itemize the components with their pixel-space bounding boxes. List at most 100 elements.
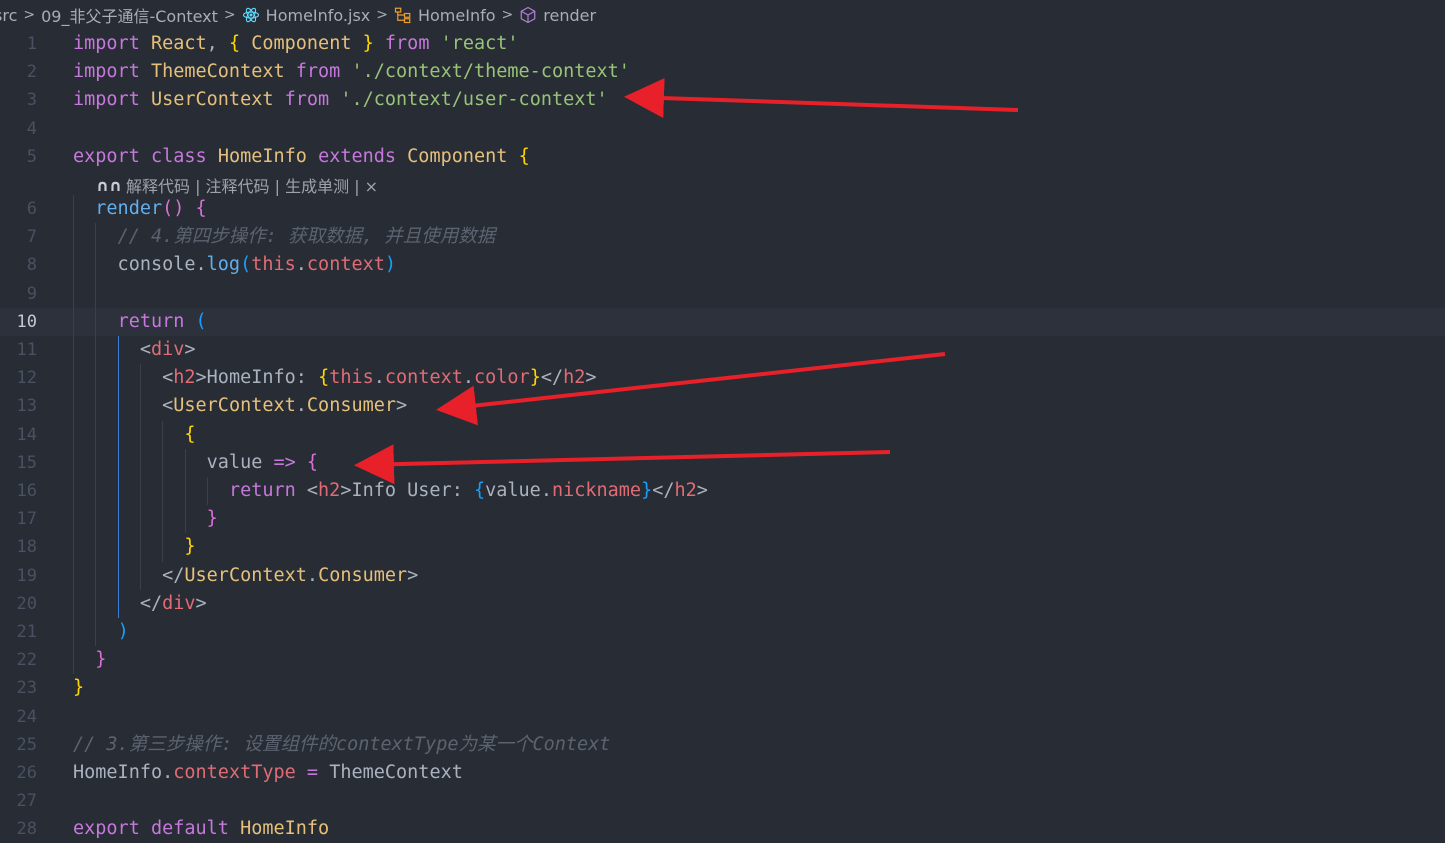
code-line[interactable]: 3 import UserContext from './context/user… bbox=[0, 86, 1445, 114]
line-code: console.log(this.context) bbox=[73, 251, 396, 279]
code-line[interactable]: 19 </UserContext.Consumer> bbox=[0, 562, 1445, 590]
code-token: context bbox=[306, 254, 385, 276]
code-line[interactable]: 1 import React, { Component } from 'react… bbox=[0, 30, 1445, 58]
breadcrumb-label: HomeInfo.jsx bbox=[265, 5, 371, 25]
indent-guide bbox=[139, 364, 141, 590]
code-token: import bbox=[73, 89, 140, 111]
code-line[interactable]: 13 <UserContext.Consumer> bbox=[0, 392, 1445, 420]
line-number: 8 bbox=[26, 255, 37, 276]
code-token: h2 bbox=[173, 367, 196, 389]
code-line[interactable]: 23} bbox=[0, 674, 1445, 702]
chevron-right-icon: > bbox=[223, 7, 236, 23]
code-token: 'react' bbox=[440, 33, 519, 54]
code-line[interactable]: 26 HomeInfo.contextType = ThemeContext bbox=[0, 759, 1445, 787]
line-number: 10 bbox=[16, 311, 37, 332]
line-code: { bbox=[73, 421, 195, 449]
code-token: } bbox=[206, 508, 218, 530]
breadcrumb-item-method[interactable]: render bbox=[519, 6, 596, 25]
code-token: ( bbox=[195, 310, 207, 332]
code-token: => bbox=[273, 451, 296, 473]
indent-guide bbox=[95, 223, 97, 647]
line-number: 4 bbox=[26, 118, 37, 139]
react-icon bbox=[242, 7, 259, 23]
code-line[interactable]: 11 <div> bbox=[0, 336, 1445, 364]
code-token: { bbox=[473, 480, 486, 501]
code-line[interactable]: 21 ) bbox=[0, 618, 1445, 646]
code-token: </ bbox=[652, 480, 675, 501]
line-number: 11 bbox=[16, 340, 37, 360]
code-line[interactable]: 9 bbox=[0, 280, 1445, 308]
code-line[interactable]: 4 bbox=[0, 115, 1445, 143]
code-line[interactable]: 18 } bbox=[0, 533, 1445, 561]
code-line[interactable]: 6 render() { bbox=[0, 195, 1445, 223]
code-line[interactable]: 20 </div> bbox=[0, 590, 1445, 618]
breadcrumb-item-file[interactable]: HomeInfo.jsx bbox=[242, 5, 371, 25]
code-line[interactable]: 2 import ThemeContext from './context/the… bbox=[0, 58, 1445, 86]
code-line[interactable]: 8 console.log(this.context) bbox=[0, 251, 1445, 279]
code-token: export bbox=[73, 145, 140, 167]
code-token: < bbox=[73, 395, 174, 417]
line-number: 14 bbox=[16, 424, 37, 445]
code-line[interactable]: 7 // 4.第四步操作: 获取数据, 并且使用数据 bbox=[0, 223, 1445, 251]
line-code: export class HomeInfo extends Component … bbox=[73, 143, 530, 171]
codelens-label[interactable]: 解释代码 | 注释代码 | 生成单测 | × bbox=[126, 173, 378, 197]
code-token: Consumer bbox=[318, 564, 408, 586]
code-token: h2 bbox=[563, 367, 586, 389]
line-code: <UserContext.Consumer> bbox=[73, 392, 407, 420]
indent-guide bbox=[206, 477, 208, 506]
line-code: // 3.第三步操作: 设置组件的contextType为某一个Context bbox=[73, 731, 610, 759]
line-number: 12 bbox=[16, 368, 37, 389]
code-line[interactable]: 17 } bbox=[0, 505, 1445, 533]
code-line[interactable]: 16 return <h2>Info User: {value.nickname… bbox=[0, 477, 1445, 505]
code-token: } bbox=[73, 677, 85, 699]
code-line[interactable]: 24 bbox=[0, 703, 1445, 731]
indent-guide bbox=[117, 336, 119, 618]
code-token: > bbox=[184, 339, 196, 360]
code-line[interactable]: 14 { bbox=[0, 421, 1445, 449]
code-token: = bbox=[306, 762, 319, 783]
code-line[interactable]: 10 return ( bbox=[0, 307, 1445, 336]
code-token: UserContext bbox=[150, 89, 274, 111]
codelens-actions[interactable]: ∩∩ 解释代码 | 注释代码 | 生成单测 | × bbox=[96, 173, 378, 197]
breadcrumb-item-src[interactable]: src bbox=[0, 6, 17, 25]
code-token: './context/theme-context' bbox=[351, 61, 630, 83]
code-line[interactable]: 25 // 3.第三步操作: 设置组件的contextType为某一个Contex… bbox=[0, 731, 1445, 759]
code-token: Consumer bbox=[306, 395, 397, 417]
code-editor[interactable]: 1 import React, { Component } from 'react… bbox=[0, 30, 1445, 841]
code-line[interactable]: 15 value => { bbox=[0, 449, 1445, 477]
code-token: </ bbox=[73, 564, 185, 586]
code-token: h2 bbox=[318, 480, 341, 501]
line-number: 23 bbox=[16, 678, 37, 699]
breadcrumb-label: src bbox=[0, 5, 18, 25]
code-line[interactable]: 5 export class HomeInfo extends Component… bbox=[0, 143, 1445, 171]
code-line[interactable]: 27 bbox=[0, 787, 1445, 815]
code-token: { bbox=[518, 145, 530, 167]
line-code: } bbox=[73, 646, 106, 674]
code-token: console. bbox=[73, 254, 207, 276]
breadcrumb-item-class[interactable]: HomeInfo bbox=[394, 6, 496, 25]
code-line[interactable]: 28 export default HomeInfo bbox=[0, 815, 1445, 843]
code-token: Component bbox=[251, 33, 352, 54]
chevron-right-icon: > bbox=[23, 7, 36, 23]
code-token: . bbox=[306, 564, 319, 586]
code-line[interactable]: 12 <h2>HomeInfo: {this.context.color}</h… bbox=[0, 364, 1445, 392]
code-token: > bbox=[585, 367, 597, 389]
code-line[interactable]: 22 } bbox=[0, 646, 1445, 674]
code-token: // 3.第三步操作: 设置组件的contextType为某一个Context bbox=[73, 733, 611, 755]
code-token: } bbox=[641, 480, 653, 501]
breadcrumb-item-folder[interactable]: 09_非父子通信-Context bbox=[41, 3, 218, 27]
breadcrumb-label: HomeInfo bbox=[417, 5, 496, 25]
code-token: h2 bbox=[674, 480, 697, 501]
line-code: HomeInfo.contextType = ThemeContext bbox=[73, 759, 463, 787]
code-token: from bbox=[384, 33, 430, 54]
